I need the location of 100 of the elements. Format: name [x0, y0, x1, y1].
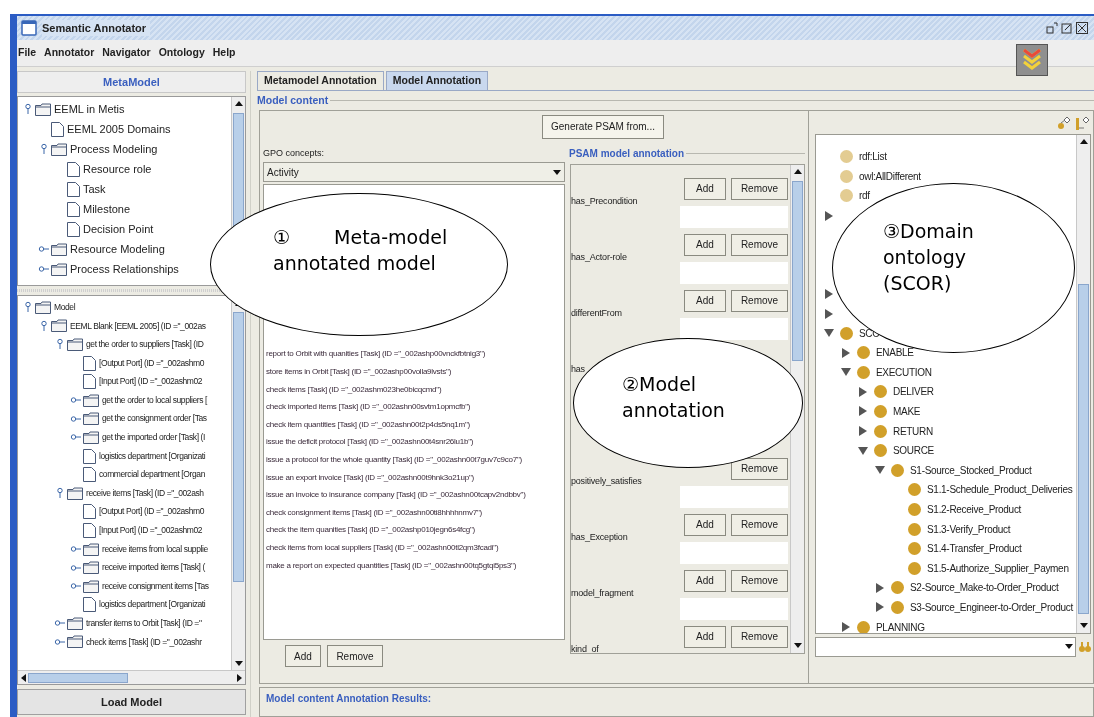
ontology-class[interactable]: S1.1-Schedule_Product_Deliveries [927, 482, 1073, 498]
horizontal-scrollbar[interactable] [18, 670, 245, 684]
value-field[interactable] [680, 261, 788, 284]
tree-item[interactable]: transfer items to Orbit [Task] (ID =" [86, 617, 202, 630]
tree-item[interactable]: [Output Port] (ID ="_002ashm0 [99, 356, 205, 370]
action-button[interactable]: Remove [327, 645, 383, 668]
value-field[interactable] [680, 541, 788, 564]
task-list-item[interactable]: make a report on expected quantities [Task] (ID ="_002ashn00tq5gtqi5ps3") [266, 556, 564, 575]
dropdown-caret-icon[interactable] [553, 169, 561, 175]
task-list-item[interactable]: check consignment items [Task] (ID ="_002ashn00ti8hhhhnmv7") [266, 503, 564, 522]
tree-item[interactable]: EEML in Metis [54, 100, 125, 118]
ontology-class[interactable]: S3-Source_Engineer-to-Order_Product [910, 599, 1073, 615]
action-button[interactable]: Remove [731, 625, 788, 648]
expanded-triangle-icon[interactable] [875, 466, 885, 475]
load-model-button[interactable]: Load Model [17, 689, 246, 715]
tree-item[interactable]: Task [83, 180, 106, 198]
tree-item[interactable]: check items [Task] (ID ="_002ashr [86, 635, 202, 649]
task-list-item[interactable]: check the item quanities [Task] (ID ="_002ashp010jegn6s4fcg") [266, 521, 564, 539]
tree-item[interactable]: Process Relationships [70, 260, 179, 278]
action-button[interactable]: Remove [731, 513, 788, 536]
ontology-class[interactable]: S1.2-Receive_Product [927, 501, 1022, 517]
down-arrow-icon[interactable] [1079, 623, 1088, 629]
collapsed-triangle-icon[interactable] [858, 386, 868, 397]
chevrons-down-icon[interactable] [1016, 44, 1048, 76]
value-field[interactable] [680, 597, 788, 620]
down-arrow-icon[interactable] [793, 643, 802, 649]
value-field[interactable] [680, 485, 788, 508]
action-button[interactable]: Generate PSAM from... [542, 114, 664, 139]
tree-item[interactable]: Milestone [83, 200, 131, 218]
task-list-item[interactable]: issue an export invoice [Task] (ID ="_002ashn00t9hnk3o21up") [266, 468, 564, 487]
action-button[interactable]: Add [684, 625, 726, 648]
tree-item[interactable]: receive items [Task] (ID ="_002ash [86, 486, 204, 500]
action-button[interactable]: Add [684, 177, 726, 200]
vertical-scrollbar[interactable] [790, 164, 804, 653]
hierarchy-icon[interactable] [1075, 116, 1089, 131]
tree-item[interactable]: Resource role [83, 160, 152, 178]
ontology-class[interactable]: DELIVER [893, 384, 934, 400]
expanded-triangle-icon[interactable] [824, 329, 834, 338]
task-list-item[interactable]: check imported items [Task] (ID ="_002ashn00svtm1opmcfb") [266, 398, 564, 416]
task-list-item[interactable]: store items in Orbit [Task] (ID ="_002ashp00volla9lvsts") [266, 363, 564, 381]
menu-item[interactable]: Navigator [102, 45, 151, 61]
vertical-scrollbar[interactable] [1076, 134, 1090, 633]
action-button[interactable]: Add [684, 233, 726, 256]
expanded-toggle-icon[interactable] [54, 338, 66, 351]
tree-item[interactable]: [Output Port] (ID ="_002ashm0 [99, 505, 205, 519]
expanded-toggle-icon[interactable] [22, 103, 34, 115]
action-button[interactable]: Remove [731, 569, 788, 592]
ontology-class[interactable]: RETURN [893, 423, 933, 439]
expanded-toggle-icon[interactable] [22, 301, 34, 314]
menu-item[interactable]: File [18, 45, 37, 61]
value-field[interactable] [680, 317, 788, 340]
concept-dropdown[interactable]: Activity [263, 162, 565, 183]
tab[interactable]: Metamodel Annotation [257, 71, 384, 90]
action-button[interactable]: Remove [731, 177, 788, 200]
value-field[interactable] [680, 205, 788, 228]
tab[interactable]: Model Annotation [385, 71, 489, 90]
action-button[interactable]: Add [684, 513, 726, 536]
ontology-class[interactable]: PLANNING [876, 619, 925, 633]
tree-item[interactable]: Resource Modeling [70, 240, 165, 258]
action-button[interactable]: Remove [731, 457, 788, 480]
expanded-toggle-icon[interactable] [38, 143, 50, 155]
maximize-icon[interactable] [1061, 22, 1073, 34]
task-list-item[interactable]: check item quantities [Task] (ID ="_002ashn00t2p4ds5nq1m") [266, 415, 564, 434]
ontology-class[interactable]: rdf:List [859, 149, 887, 165]
task-list-item[interactable]: check items from local suppliers [Task] (ID ="_002ashn00tl2qm3fcadi") [266, 539, 564, 557]
tree-item[interactable]: commercial department [Organ [99, 468, 205, 481]
up-arrow-icon[interactable] [1079, 139, 1088, 145]
close-icon[interactable] [1076, 22, 1088, 34]
tree-item[interactable]: get the order to suppliers [Task] (ID [86, 338, 204, 351]
ontology-class[interactable]: owl:AllDifferent [859, 168, 921, 184]
tree-item[interactable]: Process Modeling [70, 140, 158, 158]
collapsed-toggle-icon[interactable] [70, 543, 82, 555]
expanded-triangle-icon[interactable] [841, 368, 851, 377]
ontology-class[interactable]: S1.4-Transfer_Product [927, 541, 1022, 557]
tree-item[interactable]: [Input Port] (ID ="_002ashm02 [99, 375, 203, 389]
down-arrow-icon[interactable] [234, 660, 243, 666]
task-list-item[interactable]: report to Orbit with quanities [Task] (ID ="_002ashp00vnckfbtnig3") [266, 345, 564, 364]
tree-item[interactable]: get the imported order [Task] (I [102, 431, 205, 444]
expanded-toggle-icon[interactable] [54, 487, 66, 500]
ontology-class[interactable]: EXECUTION [876, 364, 932, 380]
minimize-icon[interactable] [1046, 22, 1058, 34]
ontology-class[interactable]: SOURCE [893, 443, 934, 459]
collapsed-triangle-icon[interactable] [824, 210, 834, 221]
tree-item[interactable]: logistics department [Organizati [99, 598, 206, 612]
task-list-item[interactable]: check items [Task] (ID ="_002ashm023he0bicqcmd") [266, 380, 564, 399]
collapsed-triangle-icon[interactable] [841, 622, 851, 632]
up-arrow-icon[interactable] [234, 101, 243, 107]
collapsed-toggle-icon[interactable] [54, 636, 66, 648]
tree-item[interactable]: get the consignment order [Tas [102, 412, 207, 426]
tree-item[interactable]: EEML Blank [EEML 2005] (ID ="_002as [70, 319, 206, 333]
ontology-class[interactable]: S1.5-Authorize_Supplier_Paymen [927, 560, 1069, 576]
expanded-toggle-icon[interactable] [38, 319, 50, 332]
menu-item[interactable]: Ontology [158, 45, 205, 61]
ontology-class[interactable]: S2-Source_Make-to-Order_Product [910, 580, 1059, 596]
task-list-item[interactable]: issue an invoice to insurance company [Task] (ID ="_002ashn00tcapv2ndbbv") [266, 486, 564, 504]
collapsed-triangle-icon[interactable] [841, 347, 851, 358]
menu-item[interactable]: Help [212, 45, 236, 61]
tree-item[interactable]: [Input Port] (ID ="_002ashm02 [99, 524, 203, 537]
collapsed-triangle-icon[interactable] [858, 406, 868, 417]
expanded-triangle-icon[interactable] [858, 446, 868, 455]
